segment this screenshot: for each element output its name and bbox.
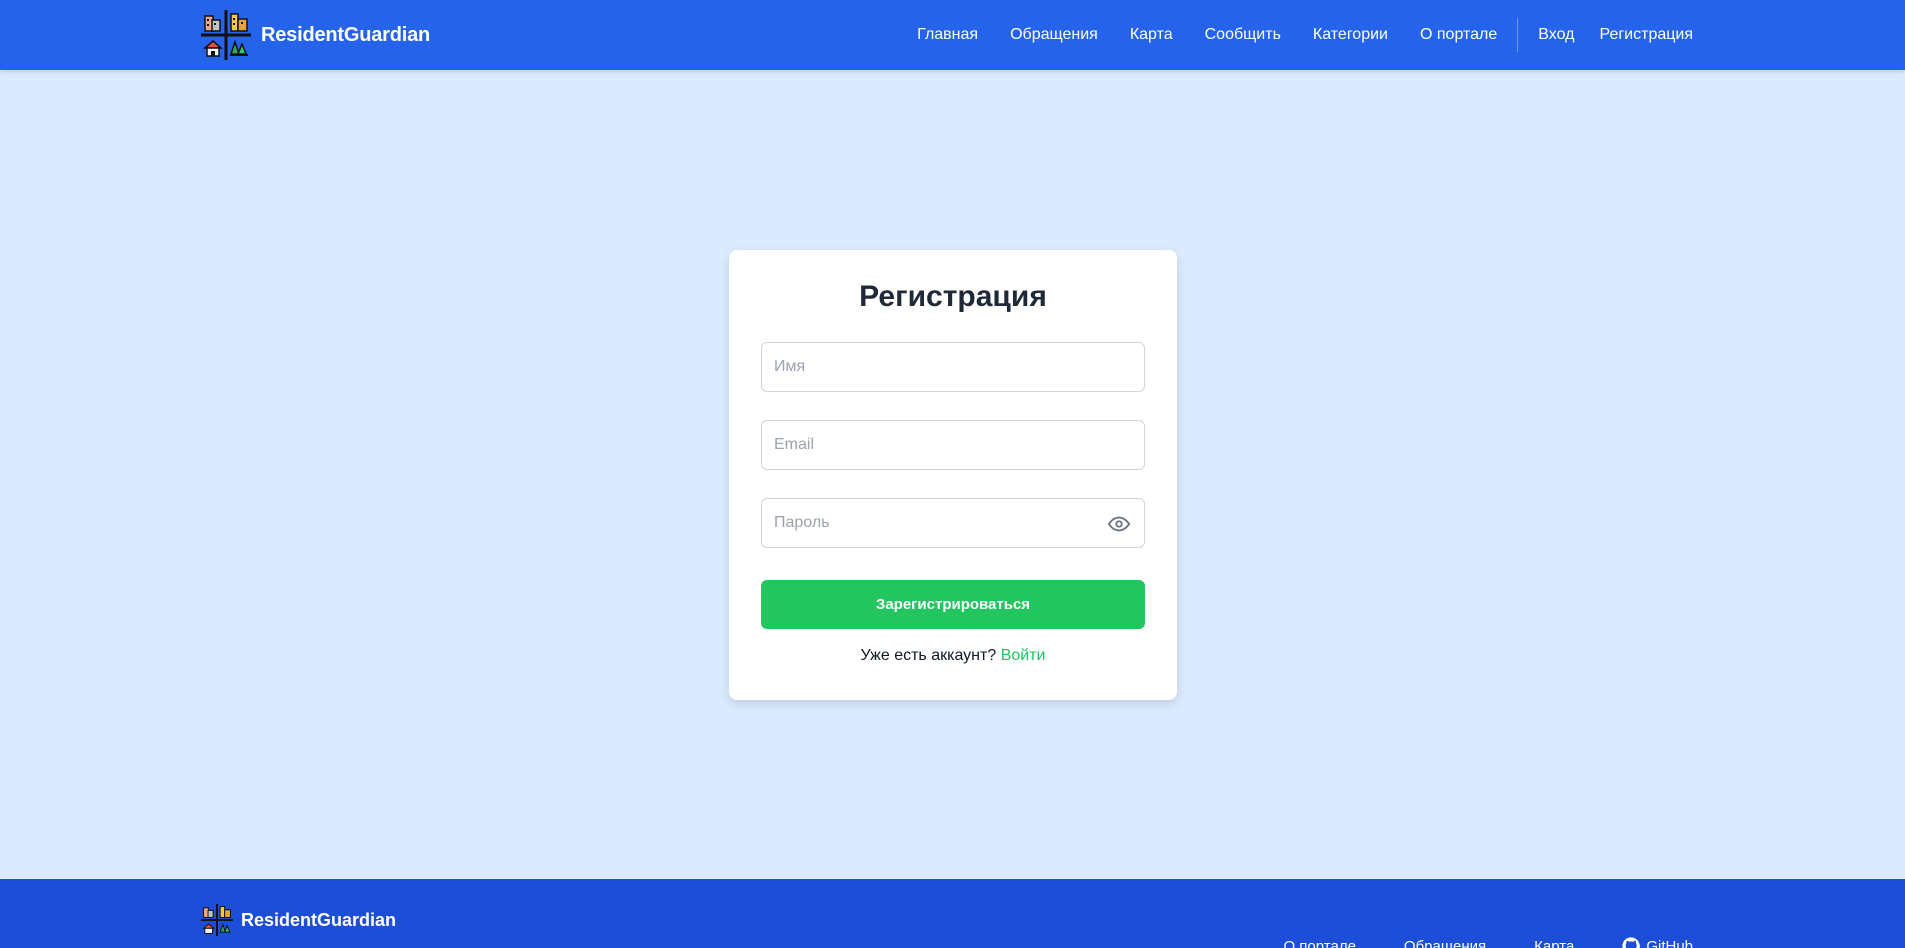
nav-divider bbox=[1517, 18, 1519, 52]
footer-link-about[interactable]: О портале bbox=[1283, 938, 1355, 948]
eye-icon[interactable] bbox=[1108, 513, 1130, 535]
password-field bbox=[761, 498, 1145, 548]
register-button[interactable]: Зарегистрироваться bbox=[761, 580, 1145, 629]
footer-link-github[interactable]: GitHub bbox=[1622, 937, 1693, 948]
footer-brand-name: ResidentGuardian bbox=[241, 909, 397, 930]
password-input[interactable] bbox=[762, 499, 1144, 547]
city-logo-icon bbox=[201, 904, 233, 936]
nav-home[interactable]: Главная bbox=[917, 26, 978, 44]
page: ResidentGuardian Главная Обращения Карта… bbox=[0, 0, 1905, 948]
brand-name: ResidentGuardian bbox=[261, 23, 431, 46]
nav-report[interactable]: Сообщить bbox=[1205, 26, 1281, 44]
name-input[interactable] bbox=[762, 343, 1144, 391]
nav-register[interactable]: Регистрация bbox=[1599, 26, 1693, 44]
footer: ResidentGuardian О портале Обращения Кар… bbox=[0, 879, 1905, 948]
name-field bbox=[761, 342, 1145, 392]
footer-brand[interactable]: ResidentGuardian bbox=[201, 904, 396, 936]
email-input[interactable] bbox=[762, 421, 1144, 469]
page-title: Регистрация bbox=[859, 280, 1047, 313]
register-card: Регистрация Зарегистрироваться Уже есть … bbox=[729, 250, 1177, 700]
main-nav: Главная Обращения Карта Сообщить Категор… bbox=[917, 0, 1693, 70]
github-label: GitHub bbox=[1646, 937, 1693, 948]
login-prompt: Уже есть аккаунт? Войти bbox=[729, 647, 1177, 665]
top-navbar: ResidentGuardian Главная Обращения Карта… bbox=[0, 0, 1905, 70]
footer-link-requests[interactable]: Обращения bbox=[1404, 938, 1486, 948]
city-logo-icon bbox=[201, 10, 251, 60]
have-account-text: Уже есть аккаунт? bbox=[860, 647, 997, 664]
nav-about[interactable]: О портале bbox=[1420, 26, 1497, 44]
footer-link-map[interactable]: Карта bbox=[1534, 938, 1574, 948]
nav-login[interactable]: Вход bbox=[1538, 26, 1574, 44]
footer-links: О портале Обращения Карта GitHub bbox=[1283, 937, 1693, 948]
login-link[interactable]: Войти bbox=[1001, 647, 1046, 664]
nav-requests[interactable]: Обращения bbox=[1010, 26, 1098, 44]
brand-link[interactable]: ResidentGuardian bbox=[201, 10, 430, 60]
nav-map[interactable]: Карта bbox=[1130, 26, 1173, 44]
nav-categories[interactable]: Категории bbox=[1313, 26, 1388, 44]
email-field bbox=[761, 420, 1145, 470]
github-icon bbox=[1622, 937, 1641, 948]
